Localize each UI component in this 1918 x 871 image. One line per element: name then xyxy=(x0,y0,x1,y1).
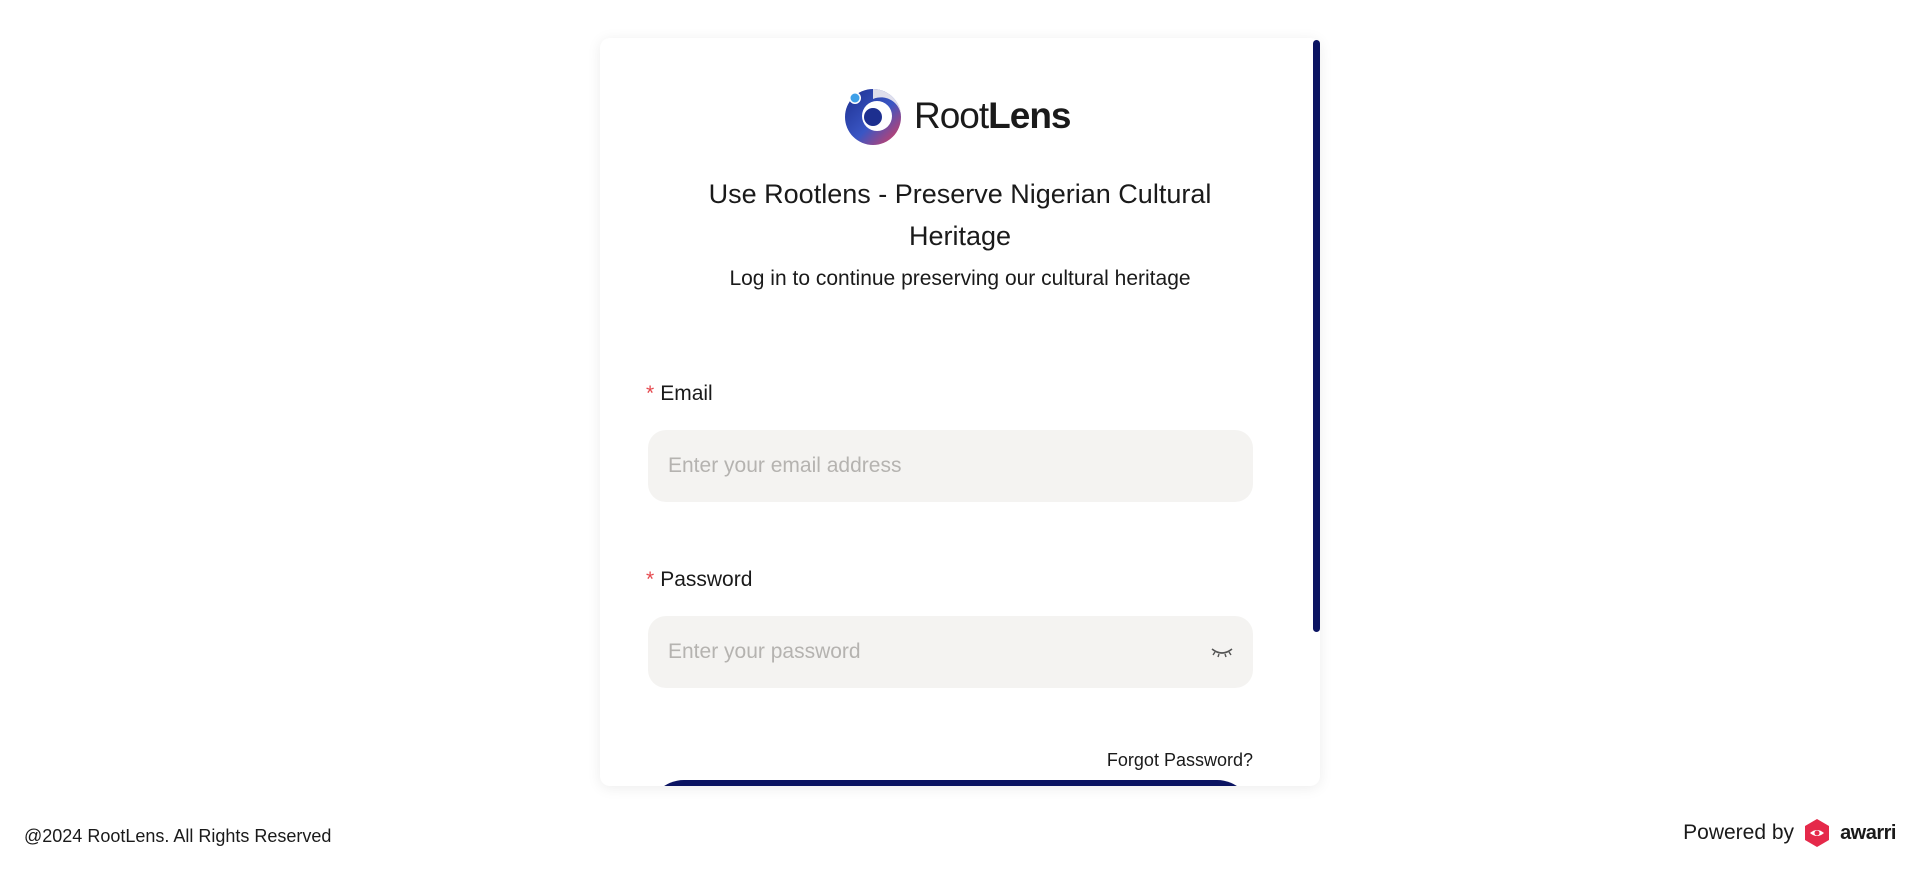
forgot-password-link[interactable]: Forgot Password? xyxy=(1107,750,1253,771)
page-title: Use Rootlens - Preserve Nigerian Cultura… xyxy=(708,179,1212,251)
page-subtitle: Log in to continue preserving our cultur… xyxy=(729,267,1191,290)
login-card-content: RootLens Use Rootlens - Preserve Nigeria… xyxy=(600,38,1320,786)
wordmark-root: Root xyxy=(914,95,989,136)
eye-closed-icon[interactable] xyxy=(1209,644,1235,660)
email-label-text: Email xyxy=(660,382,713,405)
password-required-marker: * xyxy=(646,568,655,591)
copyright-text: @2024 RootLens. All Rights Reserved xyxy=(24,826,332,846)
email-required-marker: * xyxy=(646,382,655,405)
password-label: * Password xyxy=(646,568,752,592)
password-field-container xyxy=(648,616,1253,688)
rootlens-logo-icon xyxy=(845,89,901,145)
wordmark-lens: Lens xyxy=(988,95,1071,136)
password-label-text: Password xyxy=(660,568,753,591)
email-field[interactable] xyxy=(666,453,1235,479)
powered-by: Powered by awarri xyxy=(1683,818,1896,848)
email-label: * Email xyxy=(646,382,713,406)
card-scrollbar[interactable] xyxy=(1313,40,1320,632)
rootlens-logo: RootLens xyxy=(842,86,1072,146)
powered-by-label: Powered by xyxy=(1683,821,1795,844)
password-field[interactable] xyxy=(666,639,1209,665)
email-field-container xyxy=(648,430,1253,502)
rootlens-wordmark: RootLens xyxy=(914,95,1072,137)
login-button[interactable] xyxy=(648,780,1253,786)
login-card: RootLens Use Rootlens - Preserve Nigeria… xyxy=(600,38,1320,786)
awarri-logo-icon xyxy=(1805,819,1830,847)
awarri-wordmark: awarri xyxy=(1840,821,1896,844)
